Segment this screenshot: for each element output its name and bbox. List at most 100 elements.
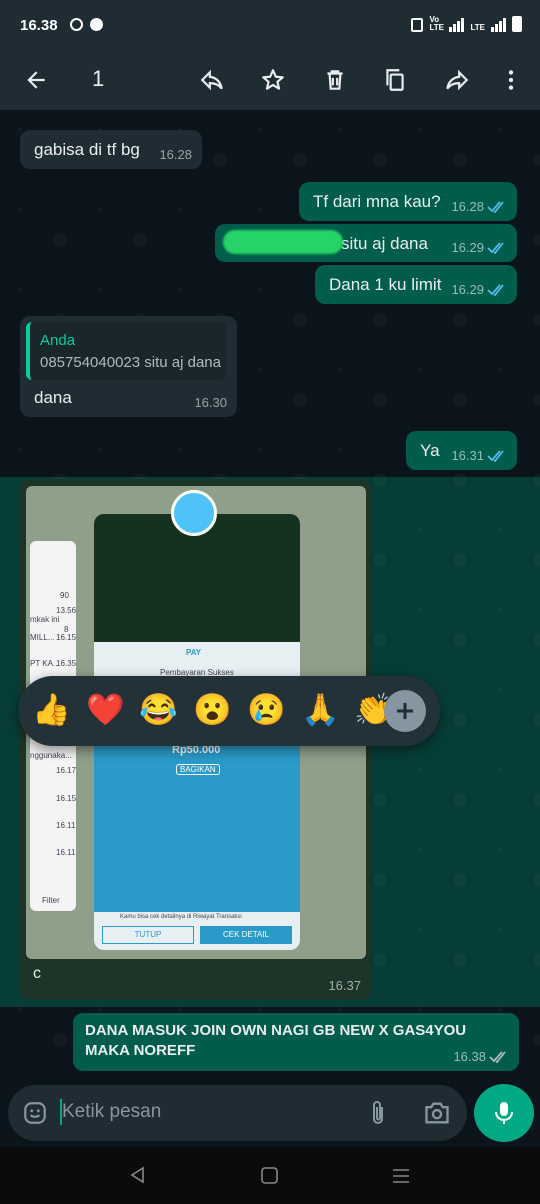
signal-icon bbox=[449, 18, 465, 32]
forward-button[interactable] bbox=[437, 60, 477, 100]
panel-text: Filter bbox=[42, 896, 60, 905]
message-text: Ya bbox=[420, 441, 440, 460]
message-incoming[interactable]: gabisa di tf bg 16.28 bbox=[20, 130, 202, 169]
nav-back-icon[interactable] bbox=[129, 1166, 147, 1184]
volte-label: Vo LTE bbox=[429, 15, 444, 32]
app-label: PAY bbox=[186, 648, 202, 657]
message-outgoing[interactable]: Tf dari mna kau? 16.28 bbox=[299, 182, 517, 221]
message-time: 16.30 bbox=[194, 395, 227, 410]
message-input[interactable]: Ketik pesan bbox=[62, 1101, 161, 1123]
message-text: gabisa di tf bg bbox=[34, 140, 140, 159]
status-bar: 16.38 Vo LTE LTE bbox=[0, 0, 540, 50]
message-text: DANA MASUK JOIN OWN NAGI GB NEW X GAS4YO… bbox=[85, 1022, 467, 1059]
system-nav-bar bbox=[0, 1146, 540, 1204]
read-ticks-icon bbox=[487, 283, 504, 296]
message-time: 16.31 bbox=[451, 448, 484, 463]
signal-2-icon bbox=[491, 18, 506, 32]
star-button[interactable] bbox=[253, 60, 293, 100]
cry-reaction[interactable]: 😢 bbox=[247, 692, 286, 728]
heart-reaction[interactable]: ❤️ bbox=[86, 692, 125, 728]
status-time: 16.38 bbox=[20, 17, 58, 34]
status-icons: Vo LTE LTE bbox=[411, 16, 522, 32]
panel-text: MILL... bbox=[30, 633, 55, 642]
message-meta: 16.28 bbox=[451, 199, 507, 214]
message-meta: 16.31 bbox=[451, 448, 507, 463]
pray-reaction[interactable]: 🙏 bbox=[301, 692, 340, 728]
surprised-reaction[interactable]: 😮 bbox=[193, 692, 232, 728]
delete-button[interactable] bbox=[315, 60, 355, 100]
mic-icon bbox=[495, 1102, 513, 1124]
back-arrow-icon bbox=[27, 71, 45, 89]
message-time: 16.38 bbox=[453, 1049, 486, 1064]
plus-icon bbox=[397, 703, 413, 719]
message-text: Dana 1 ku limit bbox=[329, 275, 442, 294]
message-text: situ aj dana bbox=[341, 234, 428, 253]
panel-text: 16.11 bbox=[56, 848, 76, 857]
message-meta: 16.30 bbox=[194, 395, 227, 410]
message-outgoing[interactable]: Ya 16.31 bbox=[406, 431, 517, 470]
copy-button[interactable] bbox=[375, 60, 415, 100]
quote-text: 085754040023 situ aj dana bbox=[40, 354, 221, 371]
message-meta: 16.28 bbox=[159, 147, 192, 162]
message-time: 16.37 bbox=[328, 978, 361, 993]
message-meta: 16.37 bbox=[328, 978, 361, 993]
message-text: Tf dari mna kau? bbox=[313, 192, 441, 211]
footer-note: Kamu bisa cek detailnya di Riwayat Trans… bbox=[120, 914, 242, 920]
sticker-icon[interactable] bbox=[22, 1100, 48, 1126]
more-options-button[interactable] bbox=[491, 60, 531, 100]
message-outgoing[interactable]: situ aj dana 16.29 bbox=[215, 224, 517, 262]
battery-icon bbox=[512, 16, 522, 32]
lte-label: LTE bbox=[470, 23, 485, 32]
read-ticks-icon bbox=[487, 200, 504, 213]
share-label: BAGIKAN bbox=[176, 764, 220, 775]
panel-text: 16.15 bbox=[56, 794, 77, 803]
message-time: 16.28 bbox=[159, 147, 192, 162]
reaction-picker: 👍 ❤️ 😂 😮 😢 🙏 👏 bbox=[18, 676, 440, 746]
read-ticks-icon bbox=[487, 241, 504, 254]
more-reactions-button[interactable] bbox=[384, 690, 426, 732]
quote-author: Anda bbox=[40, 332, 76, 349]
message-time: 16.28 bbox=[451, 199, 484, 214]
back-button[interactable] bbox=[16, 60, 56, 100]
message-composer: Ketik pesan bbox=[8, 1085, 467, 1141]
close-label: TUTUP bbox=[102, 926, 194, 944]
message-meta: 16.29 bbox=[451, 282, 507, 297]
more-vert-icon bbox=[508, 70, 514, 90]
message-incoming-reply[interactable]: Anda 085754040023 situ aj dana dana 16.3… bbox=[20, 316, 237, 417]
delete-icon bbox=[327, 70, 343, 90]
detail-label: CEK DETAIL bbox=[200, 926, 292, 944]
app-logo-icon bbox=[171, 490, 217, 536]
panel-text: 16.15 bbox=[56, 633, 77, 642]
nav-menu-icon[interactable] bbox=[392, 1168, 410, 1184]
chat-notification-icon bbox=[90, 18, 103, 31]
panel-text: 90 bbox=[60, 591, 69, 600]
redaction-scribble bbox=[223, 230, 343, 254]
camera-icon[interactable] bbox=[423, 1100, 451, 1126]
vibrate-icon bbox=[411, 18, 424, 32]
reply-icon bbox=[200, 69, 223, 91]
forward-icon bbox=[446, 69, 469, 91]
attach-icon[interactable] bbox=[366, 1099, 390, 1127]
read-ticks-icon bbox=[487, 449, 504, 462]
reply-button[interactable] bbox=[192, 60, 232, 100]
screenshot-footer: Kamu bisa cek detailnya di Riwayat Trans… bbox=[94, 912, 300, 950]
nav-home-icon[interactable] bbox=[261, 1167, 278, 1184]
copy-icon bbox=[386, 69, 404, 91]
selected-count: 1 bbox=[92, 66, 105, 91]
message-outgoing[interactable]: Dana 1 ku limit 16.29 bbox=[315, 265, 517, 304]
star-icon bbox=[262, 69, 284, 90]
message-text: dana bbox=[34, 388, 72, 407]
message-time: 16.29 bbox=[451, 240, 484, 255]
thumbs-up-reaction[interactable]: 👍 bbox=[32, 692, 71, 728]
message-meta: 16.38 bbox=[453, 1049, 509, 1064]
voice-record-button[interactable] bbox=[474, 1084, 534, 1142]
panel-text: mkak ini bbox=[30, 615, 60, 624]
panel-text: 16.11 bbox=[56, 821, 76, 830]
panel-text: 13.56 bbox=[56, 606, 77, 615]
selection-toolbar: 1 bbox=[0, 50, 540, 110]
message-outgoing[interactable]: DANA MASUK JOIN OWN NAGI GB NEW X GAS4YO… bbox=[73, 1013, 519, 1071]
laugh-reaction[interactable]: 😂 bbox=[139, 692, 178, 728]
quoted-message[interactable]: Anda 085754040023 situ aj dana bbox=[26, 322, 226, 380]
panel-text: nggunaka... bbox=[30, 751, 72, 760]
notification-icon bbox=[70, 18, 83, 31]
